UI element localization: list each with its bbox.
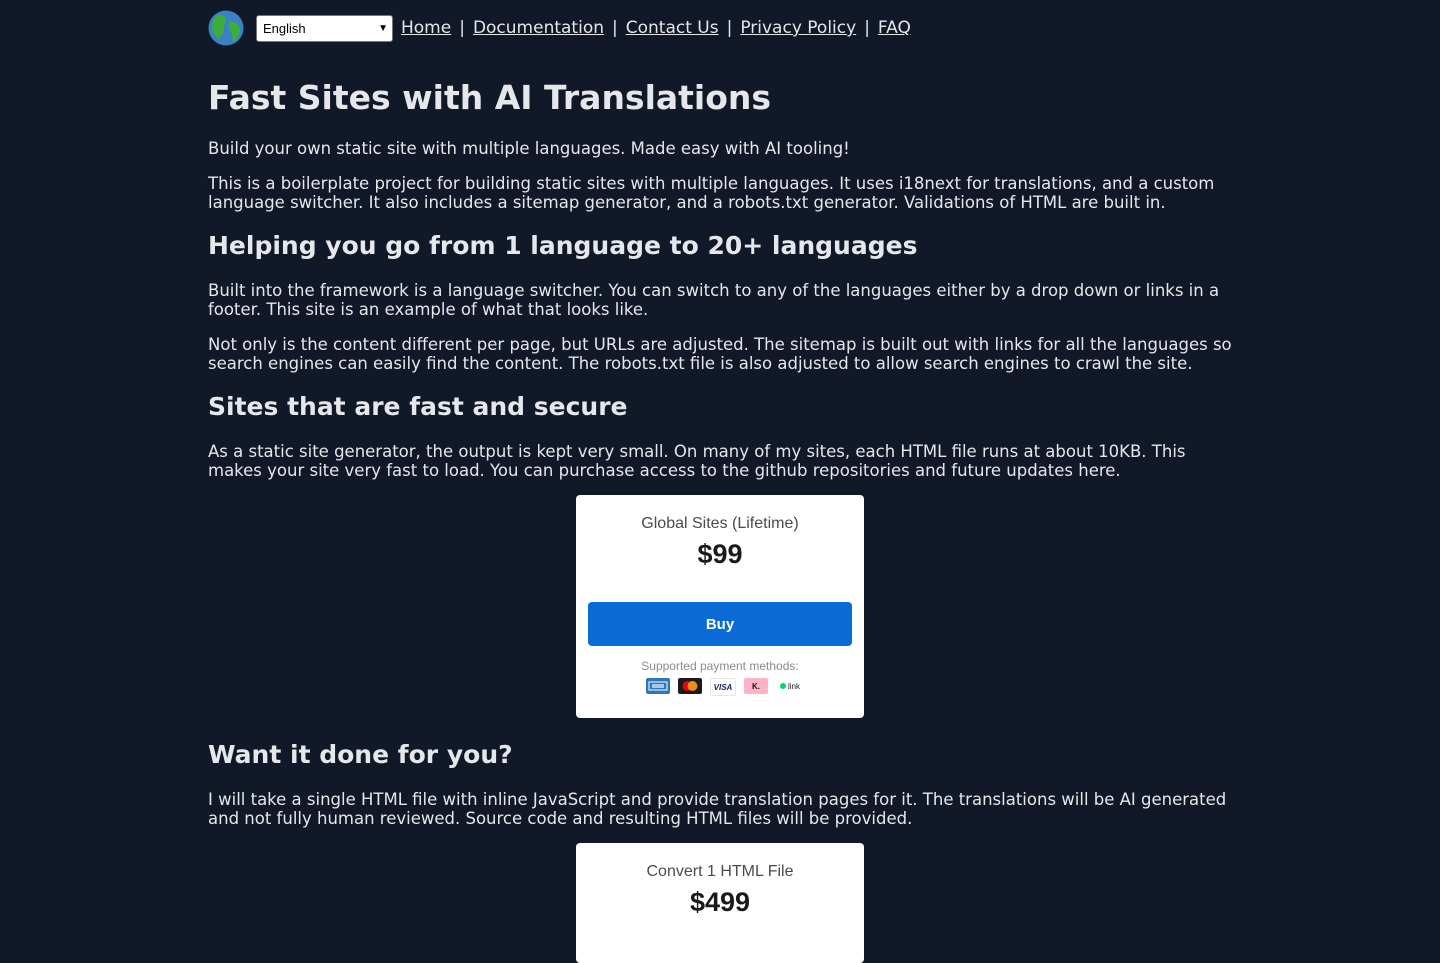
buy-button[interactable]: Buy — [588, 602, 852, 646]
section-heading-languages: Helping you go from 1 language to 20+ la… — [208, 231, 918, 260]
mastercard-icon — [678, 678, 702, 694]
nav-link-contact-us[interactable]: Contact Us — [626, 18, 719, 38]
done-for-you-paragraph: I will take a single HTML file with inli… — [208, 790, 1227, 828]
card-price: $499 — [689, 887, 751, 917]
language-select-value: English — [263, 20, 306, 36]
nav-separator: | — [459, 18, 465, 38]
languages-paragraph-1: Built into the framework is a language s… — [208, 281, 1220, 319]
klarna-icon: K. — [744, 678, 768, 694]
payment-methods-label: Supported payment methods: — [641, 659, 799, 673]
link-icon: link — [776, 678, 804, 694]
nav-separator: | — [726, 18, 733, 38]
language-select[interactable]: English ▼ — [256, 14, 393, 42]
fast-paragraph: As a static site generator, the output i… — [208, 442, 1186, 480]
top-nav: English ▼ Home | Documentation | Contact… — [208, 10, 911, 46]
card-price: $99 — [697, 539, 743, 569]
section-heading-done-for-you: Want it done for you? — [208, 740, 513, 769]
nav-separator: | — [864, 18, 870, 38]
amex-icon — [646, 678, 670, 694]
section-heading-fast-secure: Sites that are fast and secure — [208, 392, 628, 421]
nav-link-documentation[interactable]: Documentation — [473, 18, 604, 38]
intro-paragraph-2: This is a boilerplate project for buildi… — [208, 174, 1215, 212]
card-title: Global Sites (Lifetime) — [641, 515, 799, 532]
page-title: Fast Sites with AI Translations — [208, 78, 772, 117]
globe-icon — [208, 10, 244, 46]
visa-icon: VISA — [710, 678, 736, 696]
nav-link-home[interactable]: Home — [401, 18, 451, 38]
payment-methods: VISA K. link — [646, 678, 804, 696]
nav-separator: | — [612, 18, 618, 38]
chevron-down-icon: ▼ — [378, 22, 388, 34]
nav-link-privacy-policy[interactable]: Privacy Policy — [740, 18, 856, 38]
pricing-card-convert: Convert 1 HTML File $499 — [576, 843, 864, 963]
intro-paragraph-1: Build your own static site with multiple… — [208, 139, 850, 158]
link-icon-text: link — [787, 681, 800, 691]
card-title: Convert 1 HTML File — [646, 863, 794, 880]
languages-paragraph-2: Not only is the content different per pa… — [208, 335, 1232, 373]
nav-link-faq[interactable]: FAQ — [878, 18, 911, 38]
pricing-card-lifetime: Global Sites (Lifetime) $99 Buy Supporte… — [576, 495, 864, 718]
